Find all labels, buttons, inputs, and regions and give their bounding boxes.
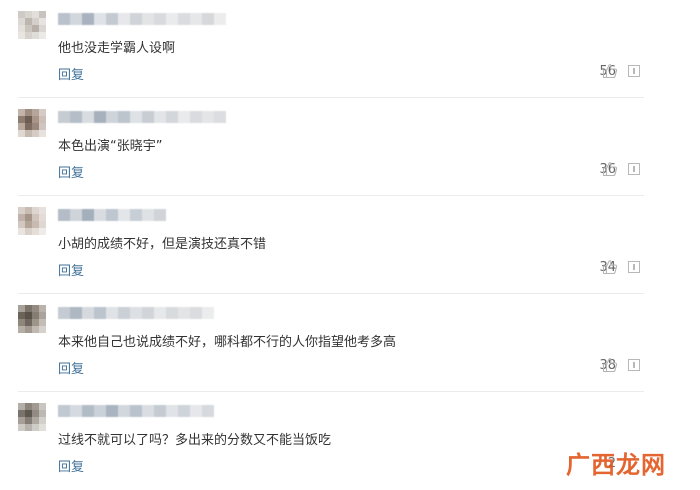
username-blurred[interactable] xyxy=(58,307,214,321)
avatar[interactable] xyxy=(18,305,46,333)
reply-link[interactable]: 回复 xyxy=(58,64,84,83)
comment-item: 他也没走学霸人设啊 回复 56 xyxy=(0,0,700,98)
thumbs-up-icon[interactable] xyxy=(602,259,618,275)
username-blurred[interactable] xyxy=(58,209,166,223)
username-blurred[interactable] xyxy=(58,13,226,27)
watermark-logo: 广西龙网 xyxy=(566,451,666,479)
comment-item: 小胡的成绩不好，但是演技还真不错 回复 34 xyxy=(0,196,700,294)
thumbs-up-icon[interactable] xyxy=(602,161,618,177)
username-blurred[interactable] xyxy=(58,405,214,419)
comment-text: 本来他自己也说成绩不好，哪科都不行的人你指望他考多高 xyxy=(58,335,397,350)
report-icon[interactable] xyxy=(628,65,640,77)
report-icon[interactable] xyxy=(628,359,640,371)
comment-item: 本色出演“张晓宇” 回复 36 xyxy=(0,98,700,196)
avatar[interactable] xyxy=(18,403,46,431)
reply-link[interactable]: 回复 xyxy=(58,358,84,377)
reply-link[interactable]: 回复 xyxy=(58,260,84,279)
comment-item: 本来他自己也说成绩不好，哪科都不行的人你指望他考多高 回复 38 xyxy=(0,294,700,392)
thumbs-up-icon[interactable] xyxy=(602,63,618,79)
username-blurred[interactable] xyxy=(58,111,226,125)
avatar[interactable] xyxy=(18,11,46,39)
thumbs-up-icon[interactable] xyxy=(602,357,618,373)
reply-link[interactable]: 回复 xyxy=(58,456,84,475)
comment-text: 他也没走学霸人设啊 xyxy=(58,41,176,56)
report-icon[interactable] xyxy=(628,261,640,273)
report-icon[interactable] xyxy=(628,163,640,175)
reply-link[interactable]: 回复 xyxy=(58,162,84,181)
avatar[interactable] xyxy=(18,109,46,137)
avatar[interactable] xyxy=(18,207,46,235)
comment-text: 本色出演“张晓宇” xyxy=(58,139,163,154)
comment-text: 小胡的成绩不好，但是演技还真不错 xyxy=(58,237,267,252)
comment-text: 过线不就可以了吗？多出来的分数又不能当饭吃 xyxy=(58,433,332,448)
